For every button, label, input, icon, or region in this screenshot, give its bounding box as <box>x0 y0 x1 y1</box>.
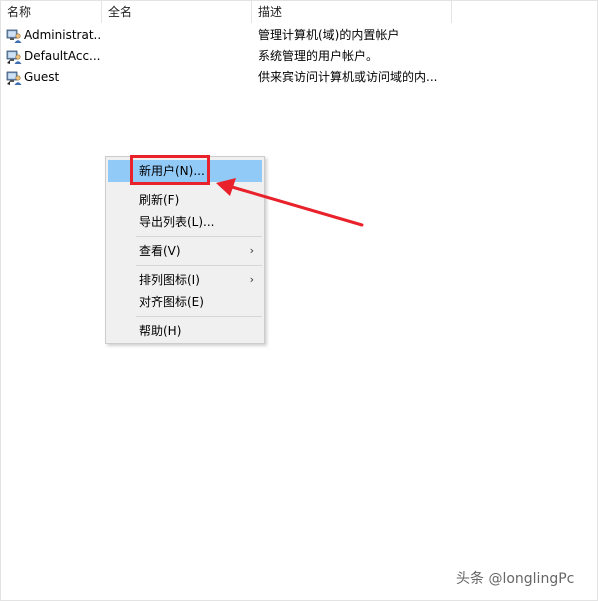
row-description: 管理计算机(域)的内置帐户 <box>258 28 400 42</box>
list-item[interactable]: DefaultAcc... 系统管理的用户帐户。 <box>1 46 451 67</box>
user-account-icon <box>6 29 22 43</box>
menu-item-arrange-icons[interactable]: 排列图标(I) › <box>108 269 262 291</box>
row-description: 系统管理的用户帐户。 <box>258 49 379 63</box>
row-name: DefaultAcc... <box>24 49 101 63</box>
row-name: Administrat... <box>24 28 102 42</box>
menu-item-refresh[interactable]: 刷新(F) <box>108 189 262 211</box>
chevron-right-icon: › <box>249 273 254 286</box>
menu-item-view[interactable]: 查看(V) › <box>108 240 262 262</box>
column-header-name[interactable]: 名称 <box>1 1 102 23</box>
chevron-right-icon: › <box>249 244 254 257</box>
row-description: 供来宾访问计算机或访问域的内... <box>258 70 438 84</box>
column-header-bar: 名称 全名 描述 <box>1 1 597 23</box>
menu-separator <box>136 236 262 237</box>
menu-item-help[interactable]: 帮助(H) <box>108 320 262 342</box>
menu-item-export-list[interactable]: 导出列表(L)... <box>108 211 262 233</box>
user-account-icon <box>6 71 22 85</box>
column-header-fullname[interactable]: 全名 <box>102 1 252 23</box>
menu-item-label: 查看(V) <box>139 244 181 258</box>
column-header-description[interactable]: 描述 <box>252 1 452 23</box>
user-account-icon <box>6 50 22 64</box>
list-item[interactable]: Guest 供来宾访问计算机或访问域的内... <box>1 67 451 88</box>
window-frame <box>0 0 598 601</box>
menu-item-label: 排列图标(I) <box>139 273 200 287</box>
row-name: Guest <box>24 70 60 84</box>
menu-separator <box>136 265 262 266</box>
list-item[interactable]: Administrat... 管理计算机(域)的内置帐户 <box>1 25 451 46</box>
annotation-highlight-box <box>130 155 210 185</box>
watermark: 头条 @longlingPc <box>456 571 575 587</box>
menu-separator <box>136 316 262 317</box>
menu-item-align-icons[interactable]: 对齐图标(E) <box>108 291 262 313</box>
